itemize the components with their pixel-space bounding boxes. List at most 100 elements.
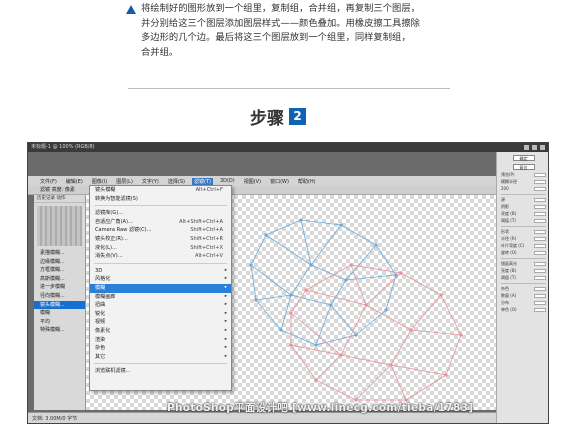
blur-filter-item[interactable]: 镜头模糊... <box>34 300 85 310</box>
polygon-vertex <box>389 363 393 367</box>
filter-menu-label: Camera Raw 滤镜(C)... <box>95 227 152 234</box>
blur-filter-item[interactable]: 径向模糊... <box>34 292 85 301</box>
dialog-row: 预览(P) <box>501 172 546 177</box>
blue-polygon-network <box>249 218 398 347</box>
close-icon[interactable] <box>540 145 545 150</box>
menu-item[interactable]: 图层(L) <box>114 178 135 185</box>
dialog-field[interactable] <box>534 286 546 291</box>
menu-item[interactable]: 滤镜(T) <box>191 177 213 185</box>
menu-item[interactable]: 视图(V) <box>242 178 263 185</box>
filter-menu-item[interactable]: 消失点(V)... Alt+Ctrl+V <box>90 252 231 261</box>
filter-menu-item[interactable]: 视频 ▸ <box>90 318 231 327</box>
dialog-row-label: 源 <box>501 197 505 202</box>
filter-menu-item[interactable]: 滤镜库(G)... <box>90 209 231 218</box>
dialog-field[interactable] <box>534 218 546 223</box>
dialog-field[interactable] <box>534 243 546 248</box>
dialog-field[interactable] <box>534 293 546 298</box>
polygon-vertex <box>264 233 268 237</box>
polygon-edge <box>315 304 332 346</box>
blur-filter-item[interactable]: 模糊 <box>34 309 85 318</box>
blur-filter-item[interactable]: 平均 <box>34 318 85 327</box>
filter-menu-item[interactable]: Camera Raw 滤镜(C)... Shift+Ctrl+A <box>90 226 231 235</box>
menu-item[interactable]: 编辑(E) <box>64 178 85 185</box>
dialog-field[interactable] <box>534 172 546 177</box>
filter-menu-item[interactable]: 杂色 ▸ <box>90 344 231 353</box>
filter-menu-item[interactable]: 模糊 ▸ <box>90 283 231 293</box>
instruction-line: 合并组。 <box>141 46 179 58</box>
filter-menu-item[interactable]: 自适应广角(A)... Alt+Shift+Ctrl+A <box>90 218 231 227</box>
filter-menu-item[interactable]: 像素化 ▸ <box>90 327 231 336</box>
dialog-field[interactable] <box>534 229 546 234</box>
blur-filter-list: 素描模糊... 边缘模糊... 方框模糊... 高斯模糊... 进一步模糊 径向模糊...… <box>34 249 85 335</box>
dialog-field[interactable] <box>534 179 546 184</box>
menu-item[interactable]: 3D(D) <box>218 178 237 184</box>
filter-menu-item[interactable]: 浏览联机滤镜... <box>90 367 231 376</box>
menu-item[interactable]: 选择(S) <box>166 178 187 185</box>
filter-menu-item[interactable]: 3D ▸ <box>90 267 231 276</box>
blur-filter-item[interactable]: 进一步模糊 <box>34 283 85 292</box>
dialog-field[interactable] <box>534 300 546 305</box>
menu-item[interactable]: 窗口(W) <box>268 178 291 185</box>
blur-filter-item[interactable]: 边缘模糊... <box>34 258 85 267</box>
pink-polygon-network <box>289 263 463 402</box>
panel-tab[interactable]: 历史记录 动作 <box>34 195 85 203</box>
blur-filter-item[interactable]: 方框模糊... <box>34 266 85 275</box>
panel-separator <box>501 283 546 284</box>
dialog-field[interactable] <box>534 204 546 209</box>
filter-menu-item[interactable]: 模糊画廊 ▸ <box>90 293 231 302</box>
dialog-field[interactable] <box>534 261 546 266</box>
submenu-arrow-icon: ▸ <box>224 276 227 282</box>
shortcut-label: Alt+Ctrl+F <box>195 187 223 193</box>
dialog-row-label: 旋转 (O) <box>501 250 517 255</box>
filter-menu-item[interactable]: 镜头校正(R)... Shift+Ctrl+R <box>90 235 231 244</box>
dialog-row-label: 200 <box>501 186 509 191</box>
polygon-edge <box>440 294 462 336</box>
blur-filter-item[interactable]: 高斯模糊... <box>34 275 85 284</box>
polygon-vertex <box>314 378 318 382</box>
filter-menu-label: 锐化 <box>95 310 106 317</box>
dialog-field[interactable] <box>534 275 546 280</box>
dialog-field[interactable] <box>534 236 546 241</box>
panel-tab-history[interactable]: 历史记录 <box>37 196 55 201</box>
filter-menu-item[interactable]: 镜头模糊 Alt+Ctrl+F <box>90 186 231 195</box>
dialog-field[interactable] <box>534 211 546 216</box>
panel-tab-actions[interactable]: 动作 <box>56 196 65 201</box>
dialog-row: 叶片弯度 (C) <box>501 243 546 248</box>
polygon-edge <box>310 224 342 266</box>
dialog-field[interactable] <box>534 186 546 191</box>
filter-menu-item[interactable]: 扭曲 ▸ <box>90 301 231 310</box>
maximize-icon[interactable] <box>532 145 537 150</box>
left-panel: 历史记录 动作 素描模糊... 边缘模糊... 方框模糊... 高斯模糊... 进一步模… <box>34 195 86 410</box>
dialog-field[interactable] <box>534 250 546 255</box>
dialog-field[interactable] <box>534 268 546 273</box>
dialog-field[interactable] <box>534 197 546 202</box>
polygon-edge <box>290 344 317 381</box>
menu-item[interactable]: 文件(F) <box>38 178 59 185</box>
dialog-field[interactable] <box>534 307 546 312</box>
menu-item[interactable]: 帮助(H) <box>296 178 318 185</box>
menu-item[interactable]: 图像(I) <box>90 178 109 185</box>
minimize-icon[interactable] <box>524 145 529 150</box>
blur-filter-item[interactable]: 素描模糊... <box>34 249 85 258</box>
filter-menu-label: 镜头校正(R)... <box>95 235 128 242</box>
filter-menu-item[interactable]: 锐化 ▸ <box>90 310 231 319</box>
filter-menu-item[interactable]: 渲染 ▸ <box>90 336 231 345</box>
filter-menu-item[interactable]: 其它 ▸ <box>90 353 231 362</box>
dialog-row-label: 单色 (O) <box>501 307 517 312</box>
polygon-edge <box>390 364 447 376</box>
filter-menu-item[interactable]: 液化(L)... Shift+Ctrl+X <box>90 244 231 253</box>
dialog-row: 形状 <box>501 229 546 234</box>
polygon-vertex <box>254 298 258 302</box>
dialog-button[interactable]: 确定 <box>512 155 535 161</box>
filter-menu-label: 其它 <box>95 353 106 360</box>
filter-menu-item[interactable]: 风格化 ▸ <box>90 275 231 284</box>
shortcut-label: Alt+Shift+Ctrl+A <box>179 218 223 225</box>
filter-menu-label: 自适应广角(A)... <box>95 218 133 225</box>
dialog-row: 源 <box>501 197 546 202</box>
polygon-edge <box>290 312 342 356</box>
menu-item[interactable]: 文字(Y) <box>140 178 161 185</box>
dialog-button[interactable]: 复位 <box>512 164 535 170</box>
blur-filter-item[interactable]: 特殊模糊... <box>34 326 85 335</box>
submenu-arrow-icon: ▸ <box>224 345 227 351</box>
filter-menu-item[interactable]: 转换为智能滤镜(S) <box>90 195 231 204</box>
